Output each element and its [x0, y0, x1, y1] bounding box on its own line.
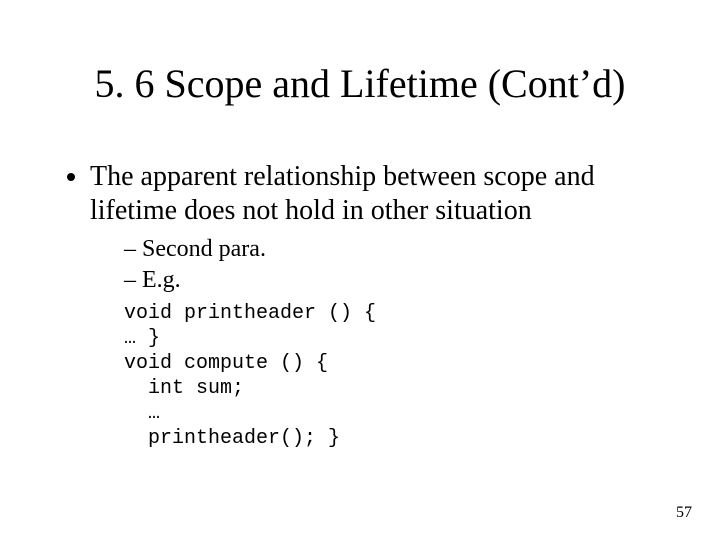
code-line-4: int sum; [124, 377, 244, 400]
bullet-list: The apparent relationship between scope … [60, 160, 660, 451]
page-number: 57 [676, 504, 692, 522]
slide: 5. 6 Scope and Lifetime (Cont’d) The app… [0, 0, 720, 540]
dash-icon: – [124, 235, 142, 264]
sub-item-2: –E.g. [124, 266, 660, 295]
bullet-text-1: The apparent relationship between scope … [90, 161, 595, 226]
code-line-3: void compute () { [124, 352, 328, 375]
code-line-2: … } [124, 327, 160, 350]
slide-title: 5. 6 Scope and Lifetime (Cont’d) [0, 60, 720, 107]
code-line-1: void printheader () { [124, 302, 376, 325]
dash-icon: – [124, 266, 142, 295]
sub-text-2: E.g. [142, 267, 181, 293]
code-line-6: printheader(); } [124, 427, 340, 450]
sub-item-1: –Second para. [124, 235, 660, 264]
code-block: void printheader () { … } void compute (… [124, 301, 660, 451]
slide-body: The apparent relationship between scope … [60, 160, 660, 457]
sub-text-1: Second para. [142, 236, 266, 262]
code-line-5: … [124, 402, 160, 425]
sub-list: –Second para. –E.g. [124, 235, 660, 295]
bullet-item-1: The apparent relationship between scope … [90, 160, 660, 451]
